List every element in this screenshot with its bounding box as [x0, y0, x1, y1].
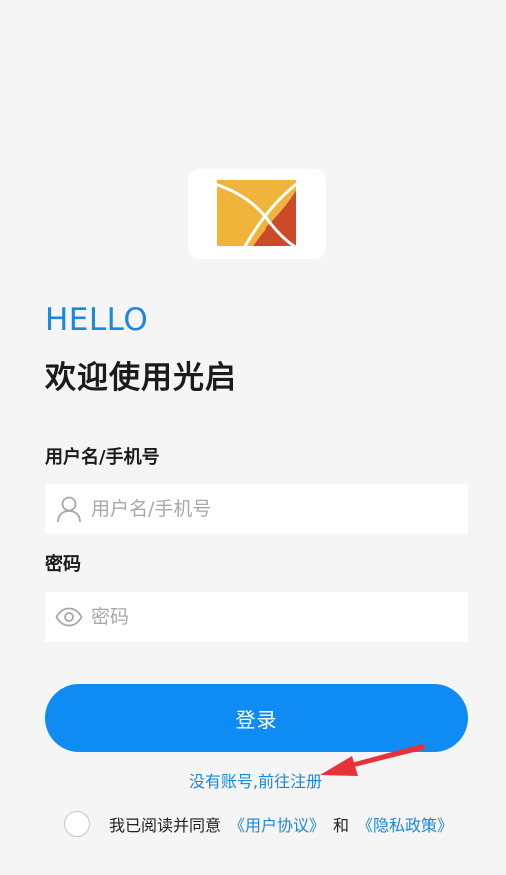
agreement-row: 我已阅读并同意 《用户协议》 和 《隐私政策》: [64, 810, 453, 838]
register-link[interactable]: 没有账号,前往注册: [189, 771, 322, 793]
hello-title: HELLO: [45, 302, 149, 338]
agreement-prefix: 我已阅读并同意: [109, 816, 222, 835]
password-label: 密码: [45, 554, 81, 575]
user-icon: [54, 494, 84, 524]
password-field[interactable]: [45, 592, 468, 642]
guangqi-logo-icon: [217, 180, 296, 246]
password-input[interactable]: [91, 597, 451, 637]
username-input[interactable]: [91, 489, 451, 529]
user-agreement-link[interactable]: 《用户协议》: [229, 812, 325, 836]
username-label: 用户名/手机号: [45, 447, 160, 468]
privacy-policy-link[interactable]: 《隐私政策》: [357, 812, 453, 836]
username-field[interactable]: [45, 484, 468, 534]
agreement-and: 和: [333, 816, 350, 835]
eye-icon[interactable]: [54, 602, 84, 632]
welcome-title: 欢迎使用光启: [45, 360, 237, 396]
app-logo: [188, 169, 326, 259]
agreement-checkbox[interactable]: [64, 811, 90, 837]
annotation-arrow-icon: [320, 744, 426, 776]
